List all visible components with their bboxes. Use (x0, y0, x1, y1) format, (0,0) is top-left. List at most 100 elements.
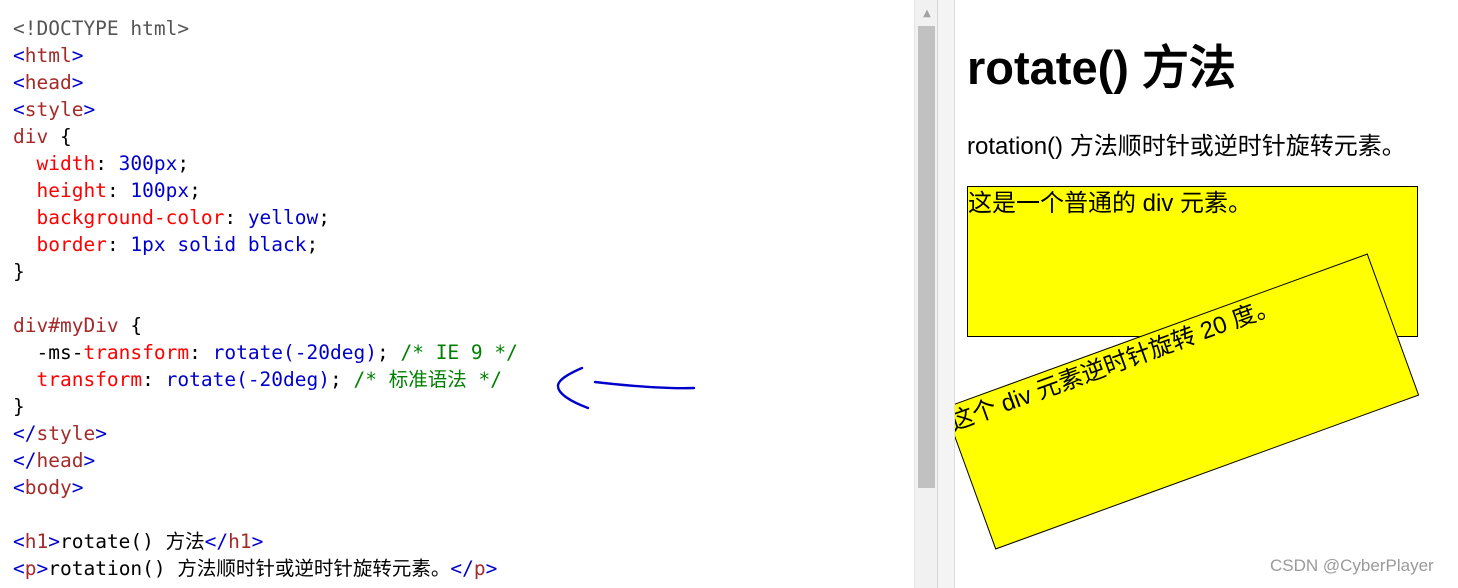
code-token: > (71, 476, 84, 499)
code-token: rotate(-20deg) (212, 341, 377, 364)
code-token: ; (376, 341, 401, 364)
code-token: ; (330, 368, 354, 391)
code-token: background-color (36, 206, 225, 229)
code-token: <!DOCTYPE html> (13, 17, 190, 40)
watermark: CSDN @CyberPlayer (1270, 556, 1434, 575)
code-token: > (71, 71, 84, 94)
preview-heading: rotate() 方法 (967, 41, 1236, 94)
code-token: } (13, 260, 25, 283)
code-line: width: 300px; (13, 150, 518, 177)
code-token: p (24, 557, 37, 580)
code-token: -ms- (13, 341, 84, 364)
code-line: transform: rotate(-20deg); /* 标准语法 */ (13, 366, 518, 393)
code-token: > (95, 422, 107, 445)
code-token: transform (83, 341, 190, 364)
code-line: -ms-transform: rotate(-20deg); /* IE 9 *… (13, 339, 518, 366)
code-token: body (24, 476, 72, 499)
code-line: div#myDiv { (13, 312, 518, 339)
code-token: style (24, 98, 84, 121)
code-token: </ (13, 449, 37, 472)
code-line: </style> (13, 420, 518, 447)
code-token: > (485, 557, 498, 580)
code-token: : (95, 152, 119, 175)
scroll-up-icon[interactable]: ▲ (915, 4, 937, 24)
code-token: rotate() 方法 (59, 530, 205, 553)
code-token: : (106, 233, 131, 256)
code-token: > (71, 44, 84, 67)
code-token: { (118, 314, 143, 337)
code-token: > (48, 530, 60, 553)
code-token: div (13, 125, 49, 148)
code-token: </ (204, 530, 229, 553)
annotation-arrow-icon (556, 366, 696, 410)
code-token: : (224, 206, 248, 229)
code-token: ; (318, 206, 331, 229)
code-line: <p>rotation() 方法顺时针或逆时针旋转元素。</p> (13, 555, 518, 582)
code-token: rotation() 方法顺时针或逆时针旋转元素。 (48, 557, 451, 580)
code-token: 1px solid black (130, 233, 307, 256)
code-token: h1 (228, 530, 252, 553)
code-token: { (48, 125, 72, 148)
code-line: <head> (13, 69, 518, 96)
code-token: > (36, 557, 49, 580)
code-token: style (36, 422, 96, 445)
code-token: > (83, 449, 96, 472)
code-line: div { (13, 123, 518, 150)
result-preview: rotate() 方法 rotation() 方法顺时针或逆时针旋转元素。 这是… (954, 0, 1458, 588)
code-editor[interactable]: <!DOCTYPE html> <html> <head> <style> div { … (0, 0, 938, 588)
code-token: rotate(-20deg) (165, 368, 331, 391)
code-token: yellow (247, 206, 319, 229)
code-token: h1 (24, 530, 49, 553)
code-line: } (13, 393, 518, 420)
code-line: <h1>rotate() 方法</h1> (13, 528, 518, 555)
code-line: <body> (13, 474, 518, 501)
preview-paragraph: rotation() 方法顺时针或逆时针旋转元素。 (967, 133, 1406, 160)
code-line: background-color: yellow; (13, 204, 518, 231)
code-line: height: 100px; (13, 177, 518, 204)
code-token: < (13, 71, 25, 94)
code-token: div#myDiv (13, 314, 119, 337)
code-token: html (24, 44, 72, 67)
code-token: ; (177, 152, 190, 175)
code-token: ; (306, 233, 319, 256)
code-token: head (36, 449, 84, 472)
code-token: </ (450, 557, 474, 580)
code-token: head (24, 71, 72, 94)
code-line: <!DOCTYPE html> (13, 15, 518, 42)
editor-scrollbar[interactable]: ▲ (914, 0, 937, 588)
code-line: } (13, 258, 518, 285)
code-area[interactable]: <!DOCTYPE html> <html> <head> <style> div { … (13, 15, 518, 582)
code-token: < (13, 476, 25, 499)
code-token: height (36, 179, 107, 202)
code-token: < (13, 557, 25, 580)
code-token: : (189, 341, 213, 364)
code-token: < (13, 98, 25, 121)
code-line: <style> (13, 96, 518, 123)
code-line: </head> (13, 447, 518, 474)
code-line: border: 1px solid black; (13, 231, 518, 258)
code-token: transform (36, 368, 143, 391)
code-token: /* 标准语法 */ (353, 368, 502, 391)
code-line: <html> (13, 42, 518, 69)
pane-divider[interactable] (938, 0, 954, 588)
code-token: ; (189, 179, 201, 202)
code-token: p (473, 557, 486, 580)
code-token: : (142, 368, 166, 391)
code-token: < (13, 530, 25, 553)
code-token: /* IE 9 */ (400, 341, 518, 364)
code-token: border (36, 233, 107, 256)
normal-div-text: 这是一个普通的 div 元素。 (968, 190, 1253, 217)
scroll-thumb[interactable] (918, 26, 935, 488)
code-token: } (13, 395, 25, 418)
code-token: > (83, 98, 96, 121)
code-token: 300px (118, 152, 178, 175)
code-token: </ (13, 422, 37, 445)
code-token: : (106, 179, 131, 202)
